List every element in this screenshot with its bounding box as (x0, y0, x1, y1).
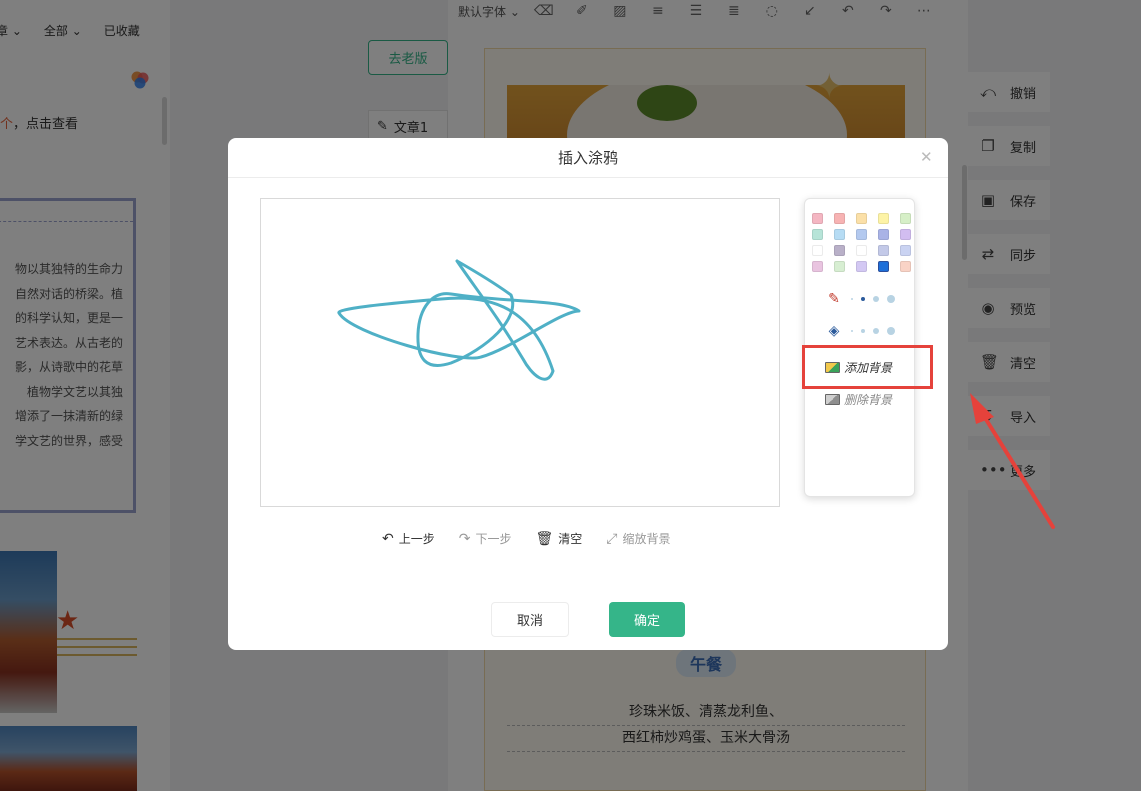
trash-icon: 🗑 (535, 530, 554, 547)
color-swatch-grid (812, 213, 911, 272)
color-swatch[interactable] (878, 229, 889, 240)
color-swatch[interactable] (856, 213, 867, 224)
color-swatch[interactable] (856, 261, 867, 272)
pen-size-row: ✎ (825, 291, 905, 307)
doodle-canvas[interactable] (260, 198, 780, 507)
confirm-button[interactable]: 确定 (609, 602, 685, 637)
redo-icon: ↷ (458, 530, 471, 547)
eraser-icon[interactable]: ◈ (825, 323, 843, 339)
size-dot-s[interactable] (861, 297, 865, 301)
color-swatch[interactable] (834, 261, 845, 272)
delete-image-icon (825, 393, 840, 405)
dialog-header: 插入涂鸦 (228, 138, 948, 178)
undo-icon: ↶ (382, 530, 394, 547)
color-swatch[interactable] (900, 261, 911, 272)
color-swatch[interactable] (812, 229, 823, 240)
color-swatch[interactable] (878, 213, 889, 224)
pen-icon[interactable]: ✎ (825, 291, 843, 307)
eraser-dot-l[interactable] (887, 327, 895, 335)
color-swatch[interactable] (856, 245, 867, 256)
close-icon[interactable]: ✕ (920, 150, 934, 165)
color-swatch[interactable] (812, 261, 823, 272)
dialog-title: 插入涂鸦 (557, 149, 618, 167)
color-swatch[interactable] (812, 213, 823, 224)
color-swatch[interactable] (812, 245, 823, 256)
clear-button[interactable]: 🗑 清空 (536, 530, 583, 547)
color-swatch[interactable] (900, 213, 911, 224)
size-dot-m[interactable] (873, 296, 879, 302)
expand-icon: ⤢ (606, 530, 618, 547)
size-dot-xs[interactable] (851, 298, 853, 300)
zoom-background-button[interactable]: ⤢ 缩放背景 (606, 530, 670, 547)
redo-button[interactable]: ↷ 下一步 (459, 530, 512, 547)
eraser-size-row: ◈ (825, 323, 905, 339)
canvas-action-bar: ↶ 上一步 ↷ 下一步 🗑 清空 ⤢ 缩放背景 (382, 530, 671, 547)
color-swatch[interactable] (856, 229, 867, 240)
size-dot-l[interactable] (887, 295, 895, 303)
eraser-dot-s[interactable] (861, 329, 865, 333)
annotation-highlight-box (802, 345, 933, 389)
eraser-dot-xs[interactable] (851, 330, 853, 332)
color-swatch[interactable] (834, 229, 845, 240)
doodle-dialog: 插入涂鸦 ✕ ✎ ◈ 添加背景 删除背景 ↶ 上一步 ↷ 下一步 🗑 清空 ⤢ … (228, 138, 948, 650)
drawn-star-stroke (337, 259, 581, 381)
color-swatch[interactable] (834, 245, 845, 256)
delete-background-button[interactable]: 删除背景 (825, 390, 892, 408)
cancel-button[interactable]: 取消 (491, 602, 569, 637)
doodle-stroke-layer (337, 259, 581, 381)
color-swatch[interactable] (834, 213, 845, 224)
undo-button[interactable]: ↶ 上一步 (382, 530, 435, 547)
delete-background-label: 删除背景 (844, 392, 893, 407)
color-swatch[interactable] (900, 245, 911, 256)
color-swatch[interactable] (878, 261, 889, 272)
color-swatch[interactable] (900, 229, 911, 240)
eraser-dot-m[interactable] (873, 328, 879, 334)
color-swatch[interactable] (878, 245, 889, 256)
